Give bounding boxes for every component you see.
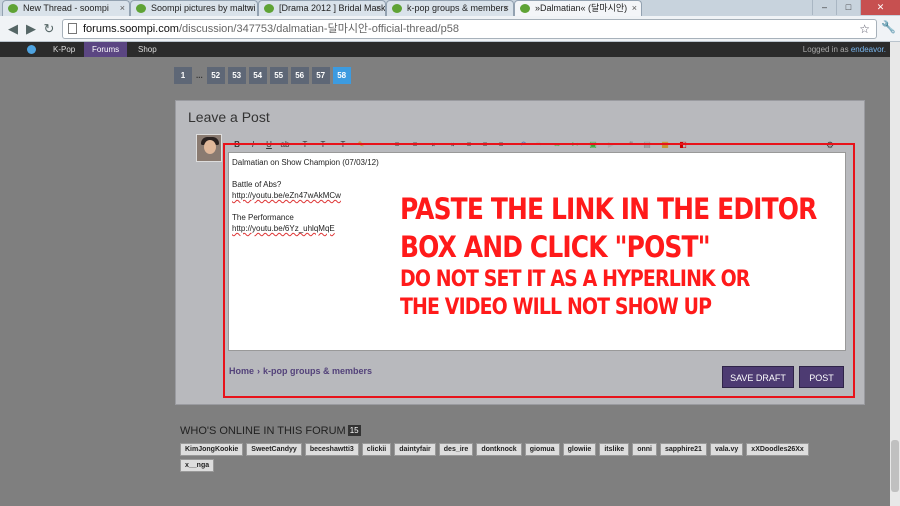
nav-kpop[interactable]: K-Pop bbox=[45, 42, 83, 57]
close-tab-icon[interactable]: × bbox=[120, 1, 125, 15]
post-button[interactable]: POST bbox=[799, 366, 844, 388]
breadcrumb-separator: › bbox=[257, 366, 261, 376]
soompi-logo-icon[interactable] bbox=[27, 45, 36, 54]
reload-icon[interactable]: ↻ bbox=[40, 20, 58, 38]
window-controls: – □ ✕ bbox=[812, 0, 900, 16]
page-icon bbox=[68, 23, 77, 34]
avatar bbox=[196, 134, 222, 162]
close-window-icon[interactable]: ✕ bbox=[860, 0, 900, 15]
online-user[interactable]: xXDoodles26Xx bbox=[746, 443, 809, 456]
online-user[interactable]: glowiie bbox=[562, 443, 597, 456]
login-status: Logged in as endeavor. bbox=[802, 45, 886, 54]
soompi-favicon-icon bbox=[136, 4, 146, 13]
browser-toolbar: ◀ ▶ ↻ forums.soompi.com/discussion/34775… bbox=[0, 16, 900, 42]
page-link[interactable]: 57 bbox=[311, 67, 330, 84]
online-user[interactable]: onni bbox=[632, 443, 657, 456]
online-user[interactable]: sapphire21 bbox=[659, 443, 707, 456]
browser-tab[interactable]: [Drama 2012 ] Bridal Mask × bbox=[258, 0, 386, 16]
forward-icon[interactable]: ▶ bbox=[22, 20, 40, 38]
online-user[interactable]: giomua bbox=[524, 443, 560, 456]
close-tab-icon[interactable]: × bbox=[504, 1, 509, 15]
close-tab-icon[interactable]: × bbox=[376, 1, 381, 15]
online-user[interactable]: dontknock bbox=[476, 443, 522, 456]
close-tab-icon[interactable]: × bbox=[632, 1, 637, 15]
page-link[interactable]: 56 bbox=[290, 67, 309, 84]
pagination: 1 ... 52 53 54 55 56 57 58 bbox=[174, 67, 354, 84]
browser-tabstrip: New Thread - soompi × Soompi pictures by … bbox=[0, 0, 900, 16]
online-users-list: KimJongKookie SweetCandyy beceshawtti3 c… bbox=[180, 443, 840, 475]
page-link[interactable]: 53 bbox=[227, 67, 246, 84]
soompi-favicon-icon bbox=[520, 4, 530, 13]
leave-post-title: Leave a Post bbox=[188, 109, 270, 125]
online-user[interactable]: clickii bbox=[361, 443, 392, 456]
online-user[interactable]: itslike bbox=[599, 443, 630, 456]
page-link-current[interactable]: 58 bbox=[332, 67, 351, 84]
online-user[interactable]: beceshawtti3 bbox=[304, 443, 359, 456]
browser-tab-active[interactable]: »Dalmatian« (달마시안) × bbox=[514, 0, 642, 16]
soompi-favicon-icon bbox=[392, 4, 402, 13]
whos-online-heading: WHO'S ONLINE IN THIS FORUM 15 bbox=[180, 425, 361, 437]
maximize-icon[interactable]: □ bbox=[836, 0, 860, 15]
nav-shop[interactable]: Shop bbox=[130, 42, 165, 57]
browser-tab[interactable]: k-pop groups & members × bbox=[386, 0, 514, 16]
browser-tab[interactable]: Soompi pictures by maltwi × bbox=[130, 0, 258, 16]
soompi-favicon-icon bbox=[8, 4, 18, 13]
site-navbar: K-Pop Forums Shop Logged in as endeavor. bbox=[0, 42, 890, 57]
page-ellipsis: ... bbox=[196, 71, 203, 80]
breadcrumb-home[interactable]: Home bbox=[229, 366, 254, 376]
online-user[interactable]: KimJongKookie bbox=[180, 443, 244, 456]
breadcrumb-category[interactable]: k-pop groups & members bbox=[263, 366, 372, 376]
address-bar[interactable]: forums.soompi.com/discussion/347753/dalm… bbox=[62, 19, 877, 39]
annotation-highlight-box bbox=[223, 143, 855, 398]
breadcrumb: Home › k-pop groups & members bbox=[229, 366, 372, 376]
online-user[interactable]: x__nga bbox=[180, 459, 215, 472]
close-tab-icon[interactable]: × bbox=[248, 1, 253, 15]
minimize-icon[interactable]: – bbox=[812, 0, 836, 15]
online-user[interactable]: daintyfair bbox=[394, 443, 436, 456]
online-user[interactable]: des_ire bbox=[438, 443, 474, 456]
save-draft-button[interactable]: SAVE DRAFT bbox=[722, 366, 794, 388]
page-link[interactable]: 54 bbox=[248, 67, 267, 84]
nav-forums[interactable]: Forums bbox=[84, 42, 128, 57]
wrench-icon[interactable]: 🔧 bbox=[881, 20, 896, 34]
back-icon[interactable]: ◀ bbox=[4, 20, 22, 38]
page-link[interactable]: 52 bbox=[206, 67, 225, 84]
online-user[interactable]: SweetCandyy bbox=[246, 443, 302, 456]
bookmark-star-icon[interactable]: ☆ bbox=[859, 20, 870, 38]
page-link[interactable]: 1 bbox=[174, 67, 192, 84]
online-count-badge: 15 bbox=[347, 425, 361, 436]
page-link[interactable]: 55 bbox=[269, 67, 288, 84]
scrollbar-thumb[interactable] bbox=[891, 440, 899, 492]
browser-tab[interactable]: New Thread - soompi × bbox=[2, 0, 130, 16]
online-user[interactable]: vala.vy bbox=[709, 443, 744, 456]
soompi-favicon-icon bbox=[264, 4, 274, 13]
page-scrollbar[interactable] bbox=[890, 42, 900, 506]
username-link[interactable]: endeavor. bbox=[851, 45, 886, 54]
